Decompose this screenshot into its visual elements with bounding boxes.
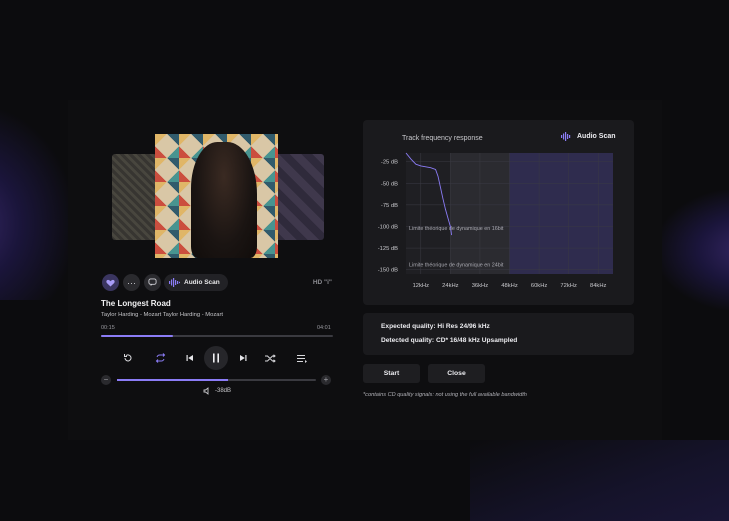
lyrics-button[interactable] <box>144 274 161 291</box>
progress-bar[interactable] <box>101 335 333 337</box>
current-time: 00:15 <box>101 325 115 331</box>
shaded-region <box>509 153 613 274</box>
x-tick-label: 48kHz <box>501 283 518 289</box>
speaker-icon <box>203 387 209 395</box>
volume-fill <box>117 379 229 381</box>
background-wave-right <box>659 190 729 310</box>
background-wave-left <box>0 110 70 300</box>
previous-button[interactable] <box>182 350 198 366</box>
expected-quality: Expected quality: Hi Res 24/96 kHz <box>381 323 490 330</box>
more-icon: ··· <box>127 277 136 288</box>
y-tick-label: -75 dB <box>381 203 398 209</box>
volume-readout: -38dB <box>203 387 231 395</box>
pause-icon <box>213 353 219 363</box>
detected-quality: Detected quality: CD* 16/48 kHz Upsample… <box>381 337 518 344</box>
repeat-button[interactable] <box>152 350 168 366</box>
skip-next-icon <box>240 355 247 361</box>
heart-icon <box>106 279 115 287</box>
close-button[interactable]: Close <box>428 364 485 383</box>
audio-scan-label: Audio Scan <box>184 279 220 286</box>
queue-icon <box>296 354 307 363</box>
shuffle-button[interactable] <box>262 350 278 366</box>
chart-title: Track frequency response <box>402 135 483 142</box>
y-tick-label: -25 dB <box>381 160 398 166</box>
y-tick-label: -100 dB <box>378 224 398 230</box>
audio-scan-header: Audio Scan <box>561 132 616 141</box>
progress-fill <box>101 335 173 337</box>
track-artist: Taylor Harding - Mozart Taylor Harding -… <box>101 312 223 318</box>
skip-previous-icon <box>186 355 193 361</box>
volume-up-button[interactable]: + <box>321 375 331 385</box>
album-art-carousel[interactable] <box>112 134 324 260</box>
volume-slider[interactable] <box>117 379 316 381</box>
x-tick-label: 12kHz <box>413 283 430 289</box>
pause-button[interactable] <box>204 346 228 370</box>
start-button[interactable]: Start <box>363 364 420 383</box>
more-options-button[interactable]: ··· <box>123 274 140 291</box>
repeat-icon <box>155 353 165 363</box>
waveform-icon <box>561 132 571 141</box>
album-art-current <box>155 134 278 258</box>
total-time: 04:01 <box>317 325 331 331</box>
footnote: *contains CD quality signals: not using … <box>363 392 527 398</box>
next-button[interactable] <box>235 350 251 366</box>
quality-card <box>363 313 634 355</box>
y-tick-label: -50 dB <box>381 181 398 187</box>
queue-button[interactable] <box>294 350 310 366</box>
x-tick-label: 36kHz <box>472 283 489 289</box>
shuffle-icon <box>264 353 276 363</box>
chart-annotation: Limite théorique de dynamique en 16bit <box>409 226 504 232</box>
album-art-figure <box>191 142 257 258</box>
replay-icon <box>124 354 132 362</box>
volume-db-label: -38dB <box>215 388 232 394</box>
favorite-button[interactable] <box>102 274 119 291</box>
chat-bubble-icon <box>148 278 157 287</box>
waveform-icon <box>169 278 180 287</box>
audio-scan-button[interactable]: Audio Scan <box>164 274 228 291</box>
minus-icon: − <box>103 375 109 384</box>
chart-annotation: Limite théorique de dynamique en 24bit <box>409 262 504 268</box>
track-actions-row: ··· Audio Scan HD "i" <box>102 274 334 292</box>
x-tick-label: 72kHz <box>560 283 577 289</box>
track-title: The Longest Road <box>101 299 171 308</box>
x-tick-label: 60kHz <box>531 283 548 289</box>
hd-badge[interactable]: HD "i" <box>313 279 332 286</box>
background-glow-bottom <box>470 440 729 521</box>
volume-down-button[interactable]: − <box>101 375 111 385</box>
replay-button[interactable] <box>120 350 136 366</box>
album-art-next[interactable] <box>274 154 324 240</box>
y-tick-label: -125 dB <box>378 246 398 252</box>
transport-controls <box>118 346 318 370</box>
frequency-chart: -25 dB -50 dB -75 dB -100 dB -125 dB -150 dB 1… <box>378 152 613 289</box>
x-tick-label: 24kHz <box>442 283 459 289</box>
x-tick-label: 84kHz <box>590 283 607 289</box>
plus-icon: + <box>323 375 329 384</box>
y-tick-label: -150 dB <box>378 268 398 274</box>
audio-scan-header-label: Audio Scan <box>577 133 616 140</box>
